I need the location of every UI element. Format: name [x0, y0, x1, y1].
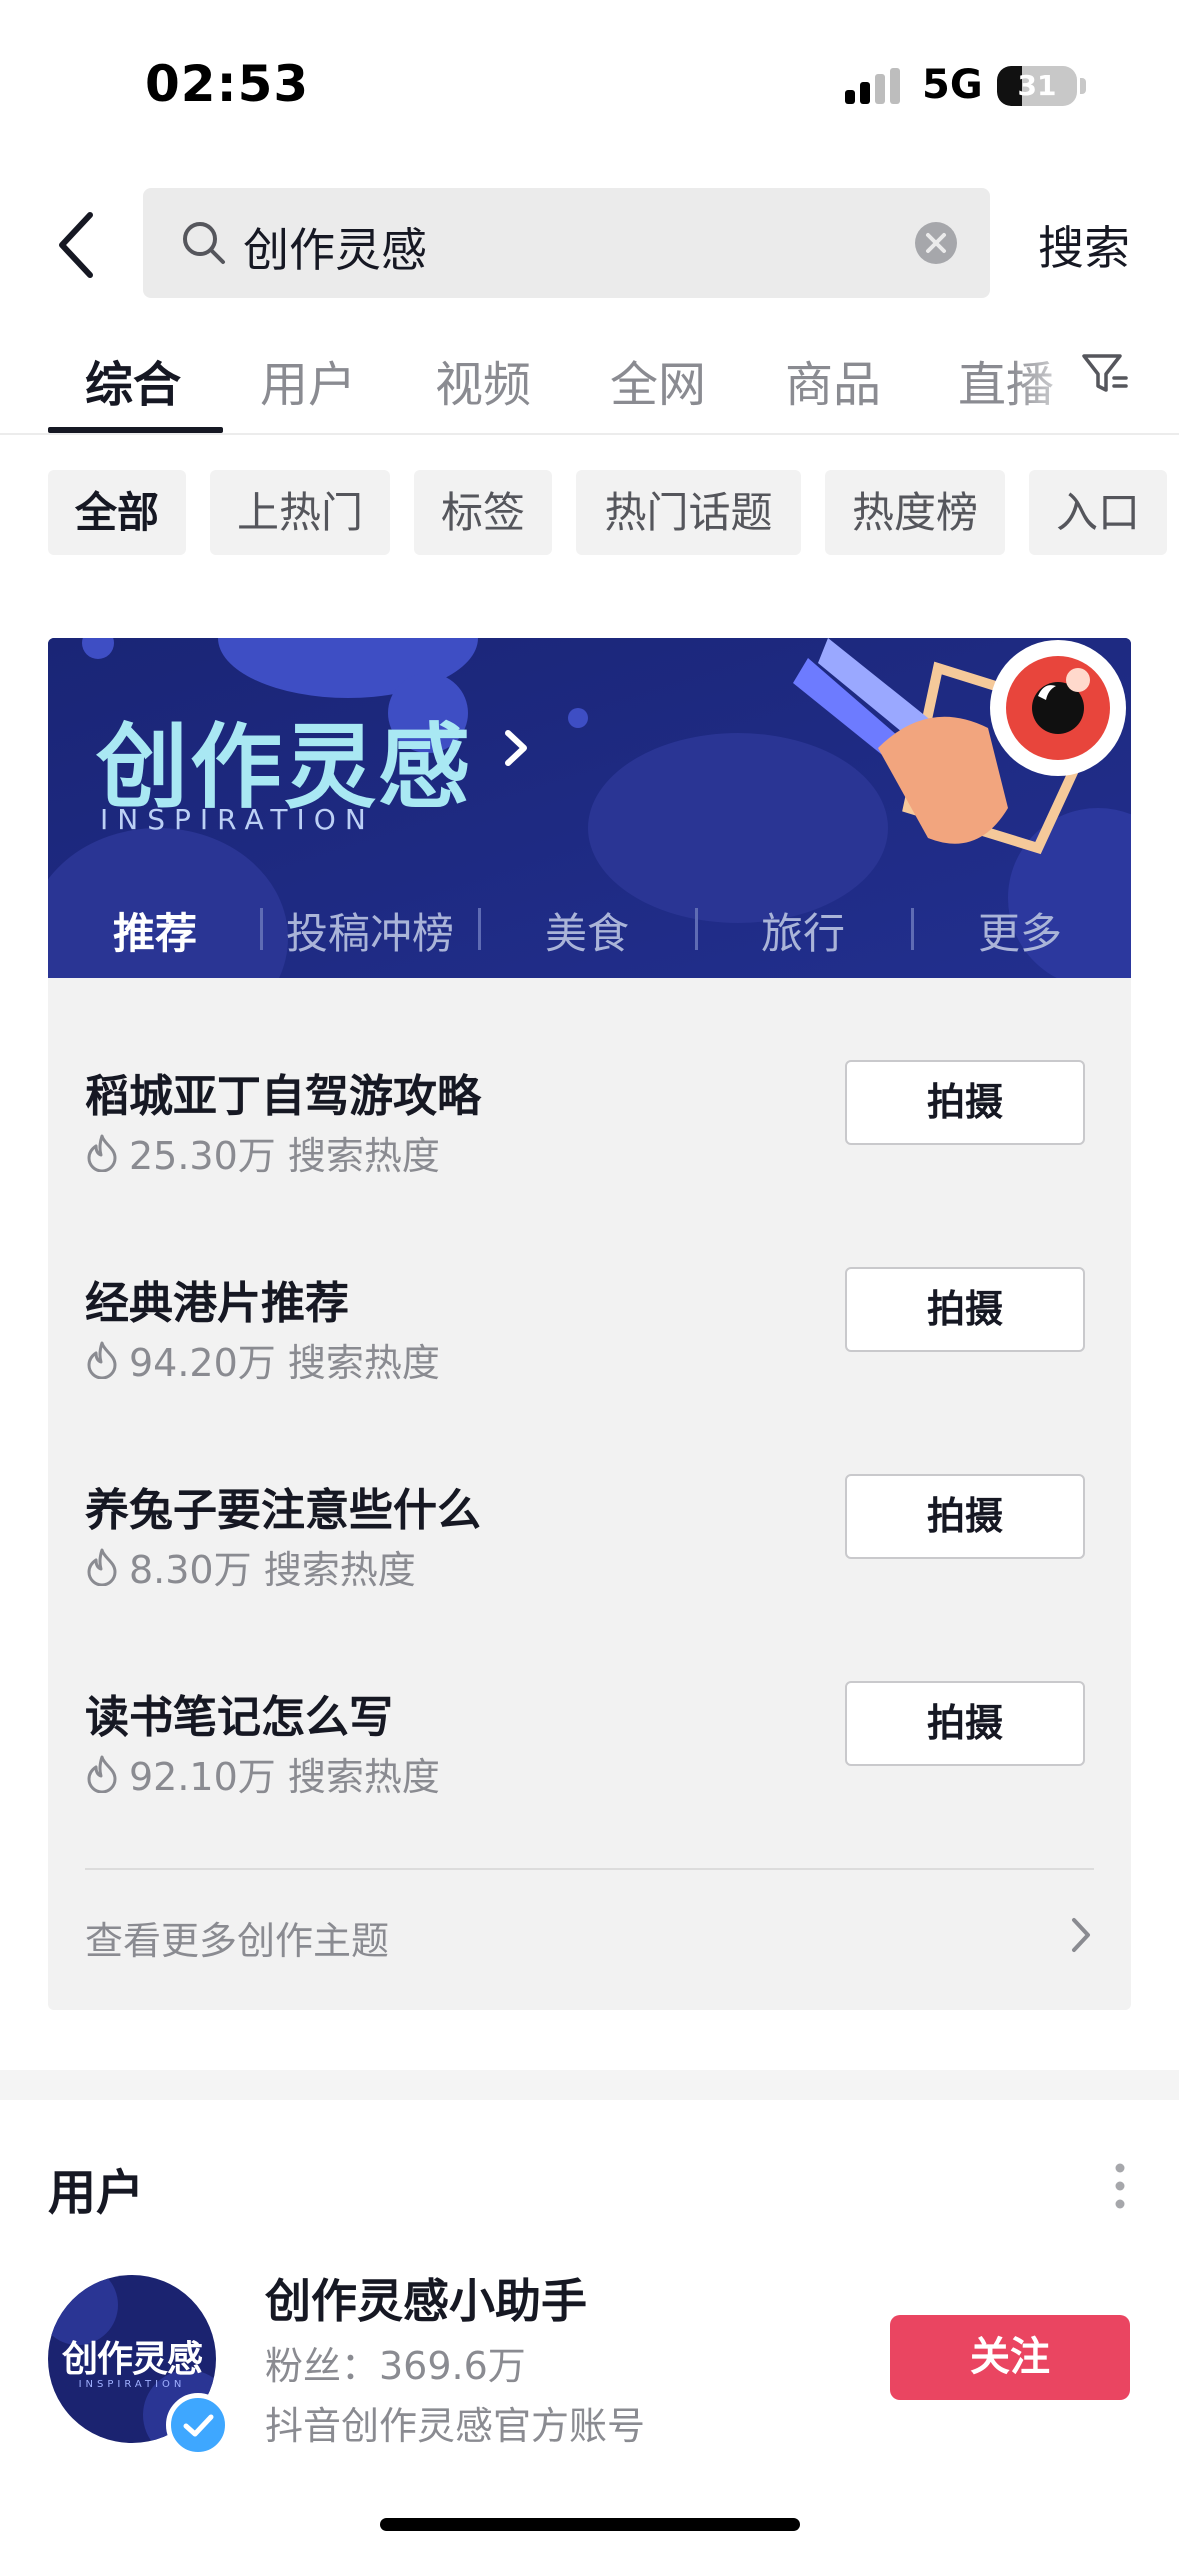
- signal-icon: [845, 68, 900, 104]
- chevron-right-icon: [1072, 1918, 1090, 1952]
- tab-videos[interactable]: 视频: [435, 345, 531, 415]
- topic-row[interactable]: 养兔子要注意些什么 8.30万 搜索热度 拍摄: [48, 1474, 1131, 1654]
- inspiration-banner[interactable]: 创作灵感 INSPIRATION 推荐 投稿冲榜 美食 旅行 更多: [48, 638, 1131, 978]
- topic-title: 稻城亚丁自驾游攻略: [85, 1071, 481, 1122]
- category-tab-more[interactable]: 更多: [978, 900, 1062, 961]
- topic-heat-text: 92.10万 搜索热度: [129, 1755, 440, 1799]
- topic-heat: 8.30万 搜索热度: [85, 1539, 416, 1594]
- topic-title: 读书笔记怎么写: [85, 1692, 393, 1743]
- divider: [478, 908, 481, 950]
- search-icon: [183, 222, 225, 264]
- active-tab-indicator: [48, 427, 223, 433]
- fire-icon: [87, 1755, 117, 1793]
- shoot-button[interactable]: 拍摄: [845, 1267, 1085, 1352]
- follow-button[interactable]: 关注: [890, 2315, 1130, 2400]
- category-tab-ranking[interactable]: 投稿冲榜: [286, 900, 454, 961]
- filter-icon[interactable]: [1080, 348, 1130, 398]
- fire-icon: [87, 1134, 117, 1172]
- fire-icon: [87, 1341, 117, 1379]
- tab-products[interactable]: 商品: [785, 345, 881, 415]
- avatar-subtext: INSPIRATION: [78, 2379, 186, 2390]
- more-vertical-icon[interactable]: [1112, 2162, 1128, 2210]
- status-bar: 02:53 5G 31: [0, 0, 1179, 170]
- shoot-button[interactable]: 拍摄: [845, 1474, 1085, 1559]
- category-tab-recommended[interactable]: 推荐: [113, 900, 197, 961]
- fire-icon: [87, 1548, 117, 1586]
- divider: [911, 908, 914, 950]
- chevron-right-icon: [505, 730, 527, 766]
- chip-entry[interactable]: 入口: [1029, 470, 1167, 555]
- tab-fade: [1010, 330, 1090, 430]
- verified-check-icon: [166, 2393, 230, 2457]
- topic-heat-text: 25.30万 搜索热度: [129, 1134, 440, 1178]
- divider: [695, 908, 698, 950]
- topic-row[interactable]: 经典港片推荐 94.20万 搜索热度 拍摄: [48, 1267, 1131, 1447]
- category-tab-travel[interactable]: 旅行: [761, 900, 845, 961]
- users-section-title: 用户: [48, 2165, 145, 2221]
- inspiration-card: 创作灵感 INSPIRATION 推荐 投稿冲榜 美食 旅行 更多 稻城亚丁自驾…: [48, 638, 1131, 2010]
- user-name[interactable]: 创作灵感小助手: [265, 2265, 587, 2331]
- battery-icon: 31: [997, 66, 1077, 106]
- chip-heat-rank[interactable]: 热度榜: [825, 470, 1005, 555]
- clear-icon[interactable]: [913, 220, 959, 266]
- result-tabs: 综合 用户 视频 全网 商品 直播: [0, 330, 1179, 435]
- more-topics-label: 查看更多创作主题: [85, 1919, 390, 1963]
- topic-row[interactable]: 读书笔记怎么写 92.10万 搜索热度 拍摄: [48, 1681, 1131, 1861]
- shoot-button[interactable]: 拍摄: [845, 1060, 1085, 1145]
- user-description: 抖音创作灵感官方账号: [265, 2404, 646, 2448]
- chip-all[interactable]: 全部: [48, 470, 186, 555]
- divider: [260, 908, 263, 950]
- user-fans: 粉丝：369.6万: [265, 2344, 526, 2388]
- section-divider: [0, 2070, 1179, 2100]
- search-input[interactable]: 创作灵感: [143, 188, 990, 298]
- tab-general[interactable]: 综合: [85, 345, 181, 415]
- topic-title: 养兔子要注意些什么: [85, 1485, 481, 1536]
- status-time: 02:53: [145, 55, 310, 113]
- avatar-text: 创作灵感: [61, 2339, 203, 2380]
- topic-heat: 94.20万 搜索热度: [85, 1332, 440, 1387]
- more-topics-link[interactable]: 查看更多创作主题: [48, 1870, 1131, 2010]
- shoot-button[interactable]: 拍摄: [845, 1681, 1085, 1766]
- battery-percent: 31: [1017, 69, 1057, 102]
- home-indicator[interactable]: [380, 2518, 800, 2531]
- tab-web[interactable]: 全网: [610, 345, 706, 415]
- search-button[interactable]: 搜索: [1038, 212, 1130, 278]
- topic-title: 经典港片推荐: [85, 1278, 349, 1329]
- topic-heat: 25.30万 搜索热度: [85, 1125, 440, 1180]
- network-type: 5G: [922, 62, 983, 108]
- banner-subtitle: INSPIRATION: [100, 803, 375, 836]
- topic-heat-text: 8.30万 搜索热度: [129, 1548, 416, 1592]
- tab-users[interactable]: 用户: [260, 345, 356, 415]
- topic-heat: 92.10万 搜索热度: [85, 1746, 440, 1801]
- topic-row[interactable]: 稻城亚丁自驾游攻略 25.30万 搜索热度 拍摄: [48, 1060, 1131, 1240]
- category-tab-food[interactable]: 美食: [545, 900, 629, 961]
- chip-tags[interactable]: 标签: [414, 470, 552, 555]
- battery-cap: [1080, 78, 1086, 94]
- back-arrow-icon[interactable]: [48, 205, 108, 285]
- chip-hot-topics[interactable]: 热门话题: [576, 470, 801, 555]
- topic-heat-text: 94.20万 搜索热度: [129, 1341, 440, 1385]
- search-query[interactable]: 创作灵感: [243, 214, 427, 280]
- chip-trending[interactable]: 上热门: [210, 470, 390, 555]
